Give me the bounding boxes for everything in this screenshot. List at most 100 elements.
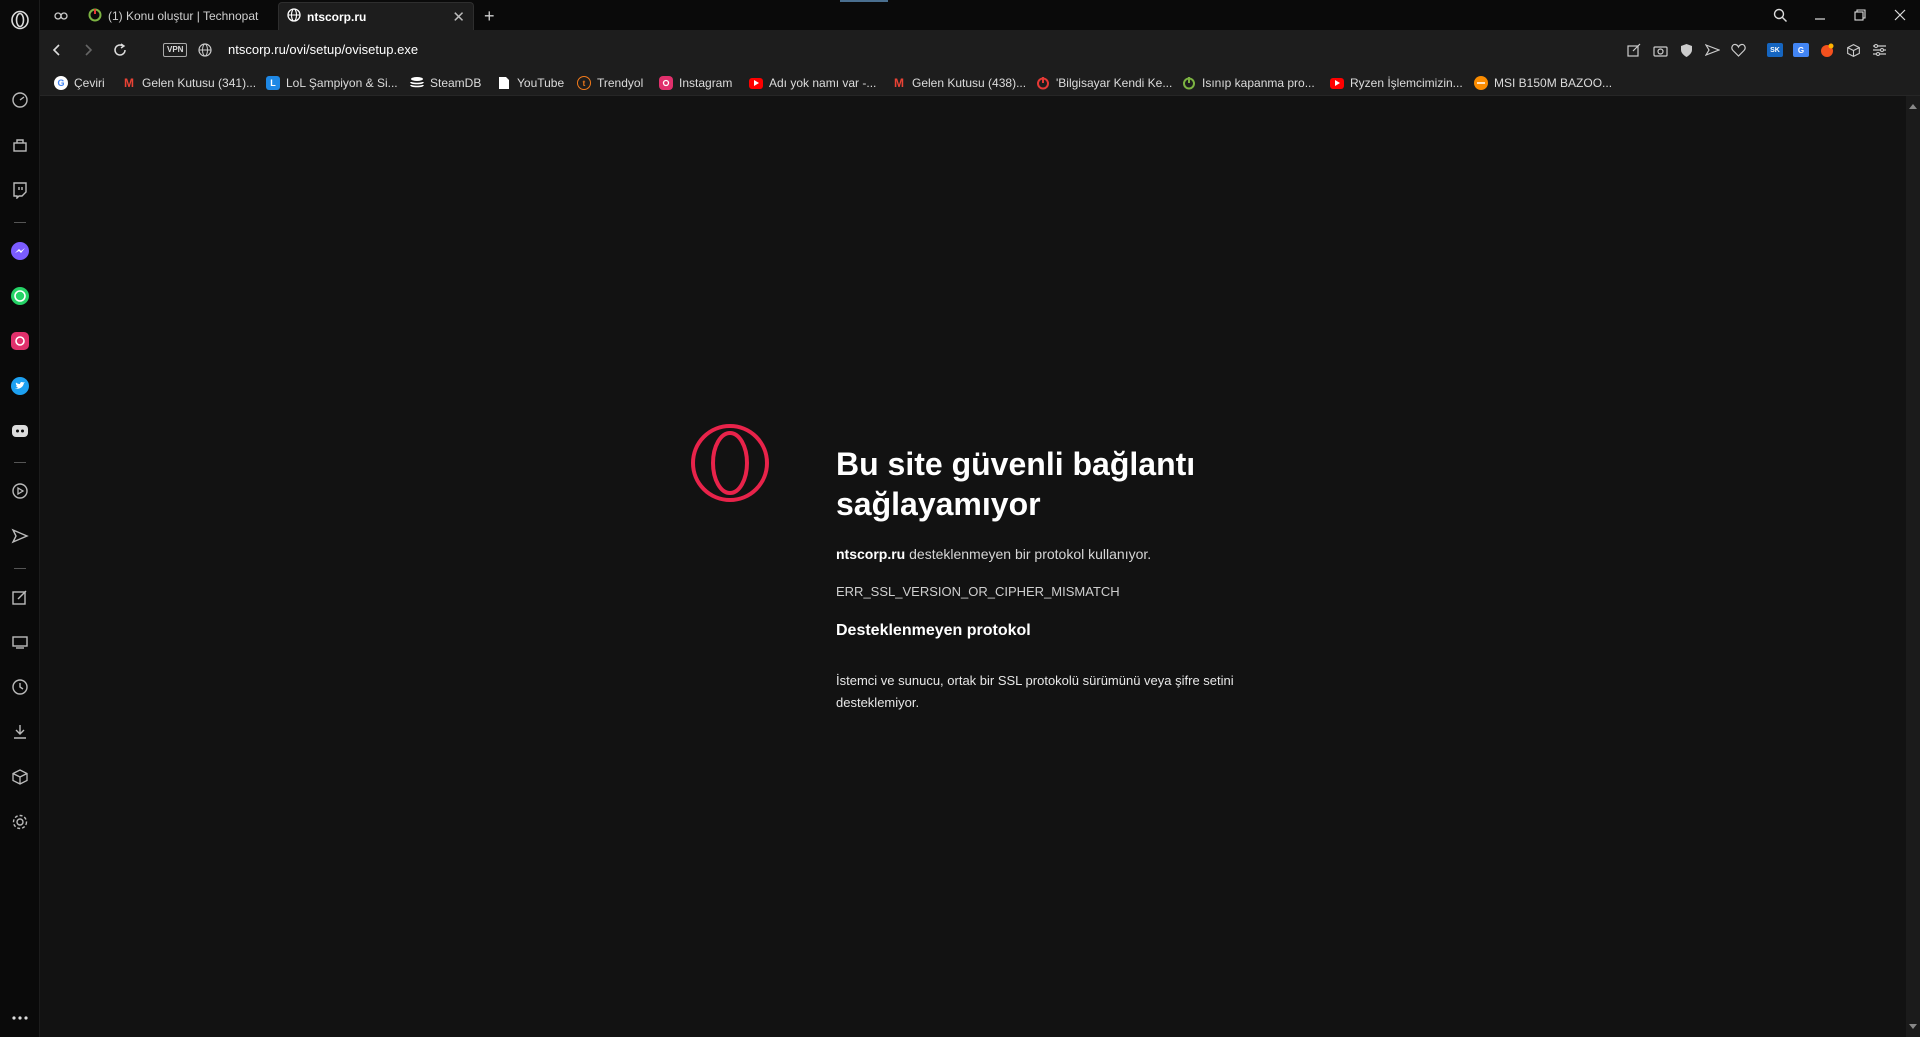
bookmark-trendyol[interactable]: t Trendyol — [577, 74, 643, 92]
bookmark-instagram[interactable]: Instagram — [659, 74, 732, 92]
power-green-icon — [1182, 76, 1196, 90]
tab-close-icon[interactable]: ✕ — [452, 8, 465, 26]
history-icon[interactable] — [6, 673, 34, 701]
twitch-icon[interactable] — [6, 176, 34, 204]
bookmark-gmail-1[interactable]: M Gelen Kutusu (341)... — [122, 74, 256, 92]
bookmark-steamdb[interactable]: SteamDB — [410, 74, 481, 92]
forward-button[interactable] — [77, 39, 99, 61]
error-explanation: İstemci ve sunucu, ortak bir SSL protoko… — [836, 673, 1234, 710]
sidebar — [0, 0, 40, 1037]
gmail-icon: M — [124, 76, 134, 90]
scroll-down-arrow-icon[interactable] — [1909, 1024, 1917, 1029]
gmail-icon: M — [894, 76, 904, 90]
minimize-icon[interactable] — [1807, 4, 1833, 26]
downloads-icon[interactable] — [6, 718, 34, 746]
reload-button[interactable] — [109, 39, 131, 61]
extensions-cube-icon[interactable] — [1844, 41, 1862, 59]
bookmark-label: Isınıp kapanma pro... — [1202, 76, 1315, 90]
bookmark-ceviri[interactable]: G Çeviri — [54, 74, 105, 92]
messenger-icon[interactable] — [6, 237, 34, 265]
close-window-icon[interactable] — [1887, 4, 1913, 26]
shield-icon[interactable] — [1677, 41, 1695, 59]
error-subtitle: Desteklenmeyen protokol — [836, 622, 1031, 639]
opera-logo-icon — [690, 423, 770, 508]
error-code: ERR_SSL_VERSION_OR_CIPHER_MISMATCH — [836, 584, 1120, 599]
bookmark-label: Adı yok namı var -... — [769, 76, 877, 90]
error-description-text: desteklenmeyen bir protokol kullanıyor. — [905, 546, 1152, 562]
bookmark-lol[interactable]: L LoL Şampiyon & Si... — [266, 74, 398, 92]
whatsapp-icon[interactable] — [6, 282, 34, 310]
youtube-icon — [749, 77, 763, 89]
youtube-icon — [1330, 77, 1344, 89]
settings-gear-icon[interactable] — [6, 808, 34, 836]
bookmark-youtube[interactable]: YouTube — [497, 74, 564, 92]
power-red-icon — [1036, 76, 1050, 90]
snapshot-edit-icon[interactable] — [1625, 41, 1643, 59]
bookmark-label: Çeviri — [74, 76, 105, 90]
url-input[interactable]: ntscorp.ru/ovi/setup/ovisetup.exe — [228, 42, 418, 57]
tab-technopat[interactable]: (1) Konu oluştur | Technopat ✕ — [80, 2, 310, 30]
bookmark-label: Instagram — [679, 76, 733, 90]
window-accent — [840, 0, 888, 2]
tab-title: ntscorp.ru — [307, 9, 367, 24]
bookmark-label: LoL Şampiyon & Si... — [286, 76, 398, 90]
speed-dial-icon[interactable] — [6, 86, 34, 114]
bookmark-label: YouTube — [517, 76, 565, 90]
bookmark-bilgisayar[interactable]: 'Bilgisayar Kendi Ke... — [1036, 74, 1172, 92]
scroll-up-arrow-icon[interactable] — [1909, 104, 1917, 109]
technopat-favicon-icon — [88, 8, 102, 25]
bookmark-label: Trendyol — [597, 76, 644, 90]
bookmark-label: Ryzen İşlemcimizin... — [1350, 76, 1463, 90]
instagram-icon[interactable] — [6, 327, 34, 355]
heart-icon[interactable] — [1729, 41, 1747, 59]
site-info-globe-icon[interactable] — [194, 39, 216, 61]
player-icon[interactable] — [6, 477, 34, 505]
tab-title: (1) Konu oluştur | Technopat — [108, 9, 259, 23]
discord-icon[interactable] — [6, 417, 34, 445]
trendyol-icon: t — [577, 76, 591, 90]
pinboard-icon[interactable] — [6, 583, 34, 611]
twitter-icon[interactable] — [6, 372, 34, 400]
easy-setup-icon[interactable] — [1870, 41, 1888, 59]
opera-menu-icon[interactable] — [6, 6, 34, 34]
extensions-icon[interactable] — [6, 763, 34, 791]
bookmark-isinip[interactable]: Isınıp kapanma pro... — [1182, 74, 1315, 92]
bookmarks-bar: G Çeviri M Gelen Kutusu (341)... L LoL Ş… — [40, 70, 1920, 96]
bookmark-gmail-2[interactable]: M Gelen Kutusu (438)... — [892, 74, 1026, 92]
globe-favicon-icon — [287, 8, 301, 25]
tabs-icon[interactable] — [6, 628, 34, 656]
flow-send-icon[interactable] — [1703, 41, 1721, 59]
page-content: Bu site güvenli bağlantı sağlayamıyor nt… — [40, 96, 1906, 1037]
orange-circle-icon — [1474, 76, 1488, 90]
extension-orange-icon[interactable] — [1818, 41, 1836, 59]
extension-sk-icon[interactable]: SK — [1766, 41, 1784, 59]
lol-icon: L — [266, 76, 280, 90]
vpn-badge[interactable]: VPN — [163, 43, 188, 57]
back-button[interactable] — [46, 39, 68, 61]
bag-icon[interactable] — [6, 131, 34, 159]
error-site-name: ntscorp.ru — [836, 546, 906, 562]
bookmark-label: Gelen Kutusu (341)... — [142, 76, 257, 90]
google-icon: G — [54, 76, 68, 90]
bookmark-label: Gelen Kutusu (438)... — [912, 76, 1027, 90]
bookmark-msi[interactable]: MSI B150M BAZOO... — [1474, 74, 1612, 92]
bookmark-label: MSI B150M BAZOO... — [1494, 76, 1613, 90]
bookmark-label: SteamDB — [430, 76, 482, 90]
browser-window: (1) Konu oluştur | Technopat ✕ ntscorp.r… — [0, 0, 1920, 1037]
more-dots-icon[interactable] — [6, 1004, 34, 1032]
error-description: ntscorp.ru desteklenmeyen bir protokol k… — [836, 546, 1151, 562]
address-bar: VPN ntscorp.ru/ovi/setup/ovisetup.exe SK… — [40, 30, 1920, 70]
send-icon[interactable] — [6, 522, 34, 550]
tab-ntscorp[interactable]: ntscorp.ru ✕ — [278, 2, 474, 30]
camera-icon[interactable] — [1651, 41, 1669, 59]
instagram-icon — [659, 76, 673, 90]
bookmark-ryzen[interactable]: Ryzen İşlemcimizin... — [1330, 74, 1463, 92]
tab-workspace-icon[interactable] — [48, 2, 76, 30]
tab-search-icon[interactable] — [1767, 4, 1793, 26]
translate-icon[interactable]: G — [1792, 41, 1810, 59]
bookmark-adi-yok[interactable]: Adı yok namı var -... — [749, 74, 876, 92]
new-tab-button[interactable]: + — [476, 2, 504, 30]
vertical-scrollbar[interactable] — [1906, 96, 1920, 1037]
restore-icon[interactable] — [1847, 4, 1873, 26]
tab-strip: (1) Konu oluştur | Technopat ✕ ntscorp.r… — [40, 0, 1920, 30]
